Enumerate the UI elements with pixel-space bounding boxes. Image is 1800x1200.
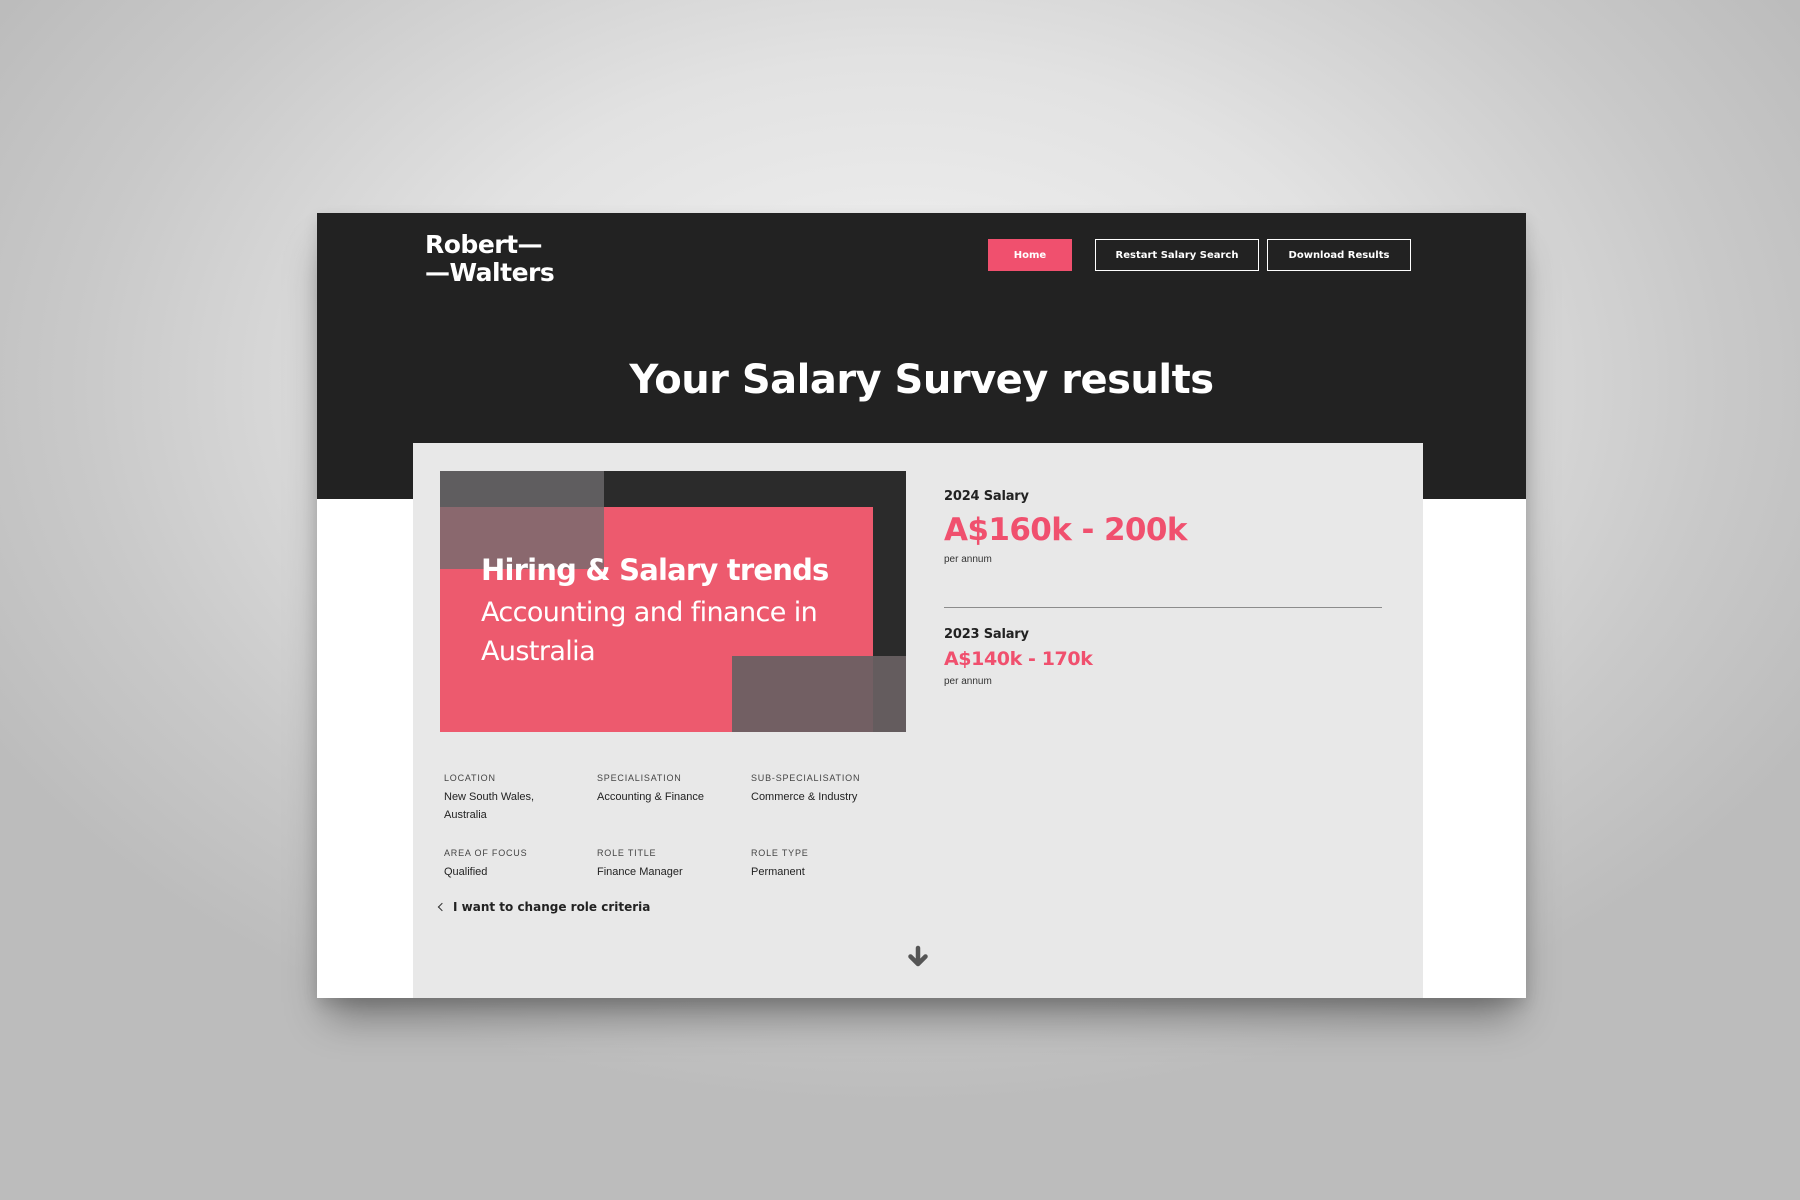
- criteria-value: Finance Manager: [597, 866, 683, 878]
- results-card: Hiring & Salary trends Accounting and fi…: [413, 443, 1423, 998]
- criteria-area-of-focus: Area of focus Qualified: [444, 848, 584, 881]
- salary-2024-label: 2024 Salary: [944, 489, 1029, 504]
- criteria-location: Location New South Wales, Australia: [444, 773, 544, 824]
- criteria-label: Specialisation: [597, 773, 682, 783]
- criteria-label: Sub-specialisation: [751, 773, 861, 783]
- criteria-label: Role type: [751, 848, 809, 858]
- salary-2023-period: per annum: [944, 676, 992, 687]
- criteria-role-type: Role type Permanent: [751, 848, 891, 881]
- chevron-left-icon: [437, 902, 447, 912]
- criteria-label: Role title: [597, 848, 657, 858]
- home-button[interactable]: Home: [988, 239, 1072, 271]
- criteria-role-title: Role title Finance Manager: [597, 848, 737, 881]
- criteria-value: Accounting & Finance: [597, 791, 705, 803]
- criteria-value: New South Wales, Australia: [444, 791, 535, 821]
- salary-2023-value: A$140k - 170k: [944, 648, 1093, 670]
- criteria-label: Area of focus: [444, 848, 528, 858]
- criteria-sub-specialisation: Sub-specialisation Commerce & Industry: [751, 773, 891, 806]
- restart-salary-search-button[interactable]: Restart Salary Search: [1095, 239, 1259, 271]
- salary-2024: 2024 Salary A$160k - 200k per annum: [944, 489, 1187, 565]
- salary-2024-period: per annum: [944, 554, 992, 565]
- salary-divider: [944, 607, 1382, 608]
- banner-heading: Hiring & Salary trends: [481, 553, 829, 587]
- change-role-criteria-link[interactable]: I want to change role criteria: [437, 900, 651, 914]
- change-role-criteria-label: I want to change role criteria: [453, 900, 651, 914]
- criteria-value: Qualified: [444, 866, 488, 878]
- criteria-label: Location: [444, 773, 496, 783]
- criteria-specialisation: Specialisation Accounting & Finance: [597, 773, 737, 806]
- browser-page: Robert— —Walters Home Restart Salary Sea…: [317, 213, 1526, 998]
- criteria-value: Commerce & Industry: [751, 791, 858, 803]
- robert-walters-logo[interactable]: Robert— —Walters: [425, 231, 555, 287]
- download-results-button[interactable]: Download Results: [1267, 239, 1411, 271]
- salary-2024-value: A$160k - 200k: [944, 512, 1187, 548]
- criteria-value: Permanent: [751, 866, 805, 878]
- banner-subheading: Accounting and finance in Australia: [481, 597, 818, 667]
- salary-2023-label: 2023 Salary: [944, 627, 1029, 642]
- page-title: Your Salary Survey results: [629, 357, 1214, 403]
- salary-2023: 2023 Salary A$140k - 170k per annum: [944, 627, 1093, 687]
- hiring-salary-trends-banner[interactable]: Hiring & Salary trends Accounting and fi…: [440, 471, 906, 732]
- arrow-down-icon[interactable]: [904, 943, 932, 971]
